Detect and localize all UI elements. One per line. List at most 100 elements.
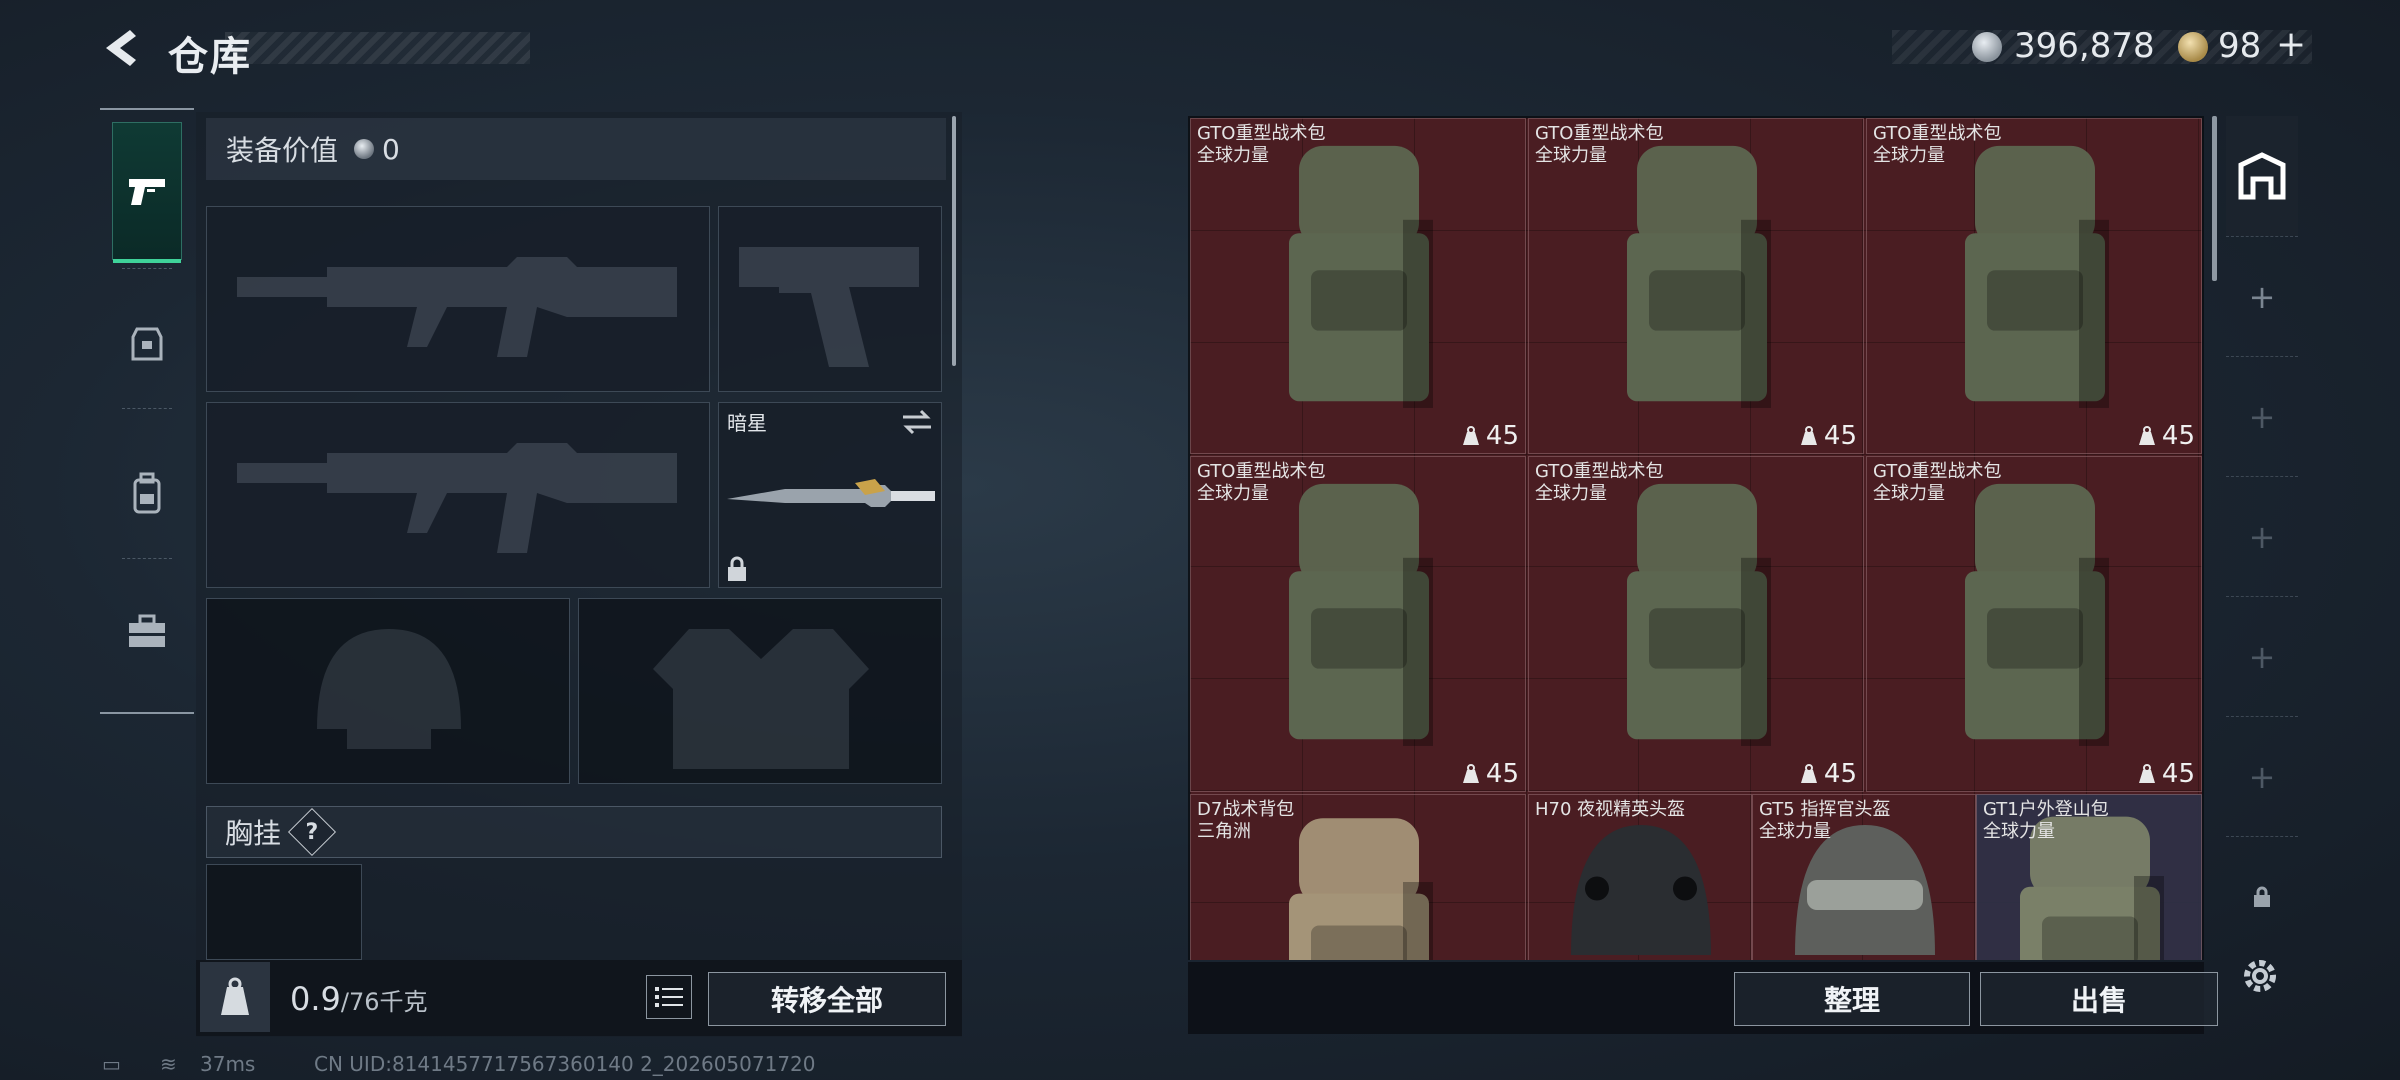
transfer-all-button[interactable]: 转移全部 [708, 972, 946, 1026]
weight-icon [1800, 764, 1817, 783]
storage-item[interactable]: GT1户外登山包 全球力量 [1976, 794, 2202, 960]
equipment-scrollbar[interactable] [952, 116, 956, 366]
storage-item[interactable]: GTO重型战术包 全球力量 45 [1528, 456, 1864, 792]
item-name: GTO重型战术包 全球力量 [1535, 461, 1663, 505]
battery-icon: ▭ [102, 1052, 121, 1076]
uid: CN UID:8141457717567360140 2_20260507172… [314, 1052, 816, 1076]
weight-icon [1462, 426, 1479, 445]
title-decoration [225, 32, 530, 64]
add-storage-tab[interactable]: + [2226, 356, 2298, 476]
nav-weapons[interactable] [112, 122, 182, 263]
item-title: GTO重型战术包 [1873, 123, 2002, 144]
storage-scrollbar[interactable] [2212, 116, 2217, 281]
rifle-silhouette-icon [237, 443, 677, 553]
armor-icon [131, 327, 163, 361]
sell-button[interactable]: 出售 [1980, 972, 2218, 1026]
item-faction: 全球力量 [1535, 483, 1607, 504]
silver-coin-icon [1972, 32, 2002, 62]
sort-button[interactable]: 整理 [1734, 972, 1970, 1026]
item-count-value: 45 [1823, 421, 1857, 451]
backpack-icon [133, 472, 161, 514]
nav-armor[interactable] [112, 278, 182, 408]
locked-tab[interactable] [2226, 836, 2298, 956]
item-title: GT5 指挥官头盔 [1759, 799, 1891, 820]
item-title: GTO重型战术包 [1197, 123, 1326, 144]
primary-weapon-slot[interactable] [206, 206, 710, 392]
add-storage-tab[interactable]: + [2226, 716, 2298, 836]
storage-tabs: + + + + + [2226, 116, 2298, 996]
storage-item[interactable]: H70 夜视精英头盔 [1528, 794, 1752, 960]
help-icon[interactable]: ? [287, 807, 337, 857]
melee-slot[interactable]: 暗星 [718, 402, 942, 588]
item-image [1627, 483, 1771, 746]
item-faction: 全球力量 [1535, 145, 1607, 166]
chest-rig-slot[interactable] [206, 864, 362, 960]
storage-item[interactable]: GTO重型战术包 全球力量 45 [1190, 456, 1526, 792]
ping: 37ms [200, 1052, 256, 1076]
weight-max: /76千克 [340, 988, 428, 1016]
item-name: GTO重型战术包 全球力量 [1873, 461, 2001, 505]
item-image [1289, 145, 1433, 408]
pistol-silhouette-icon [739, 247, 919, 367]
silver-coin-icon [354, 139, 375, 159]
add-storage-tab[interactable]: + [2226, 236, 2298, 356]
storage-item[interactable]: GTO重型战术包 全球力量 45 [1528, 118, 1864, 454]
item-faction: 全球力量 [1197, 483, 1269, 504]
item-title: GTO重型战术包 [1197, 461, 1326, 482]
storage-item[interactable]: GTO重型战术包 全球力量 45 [1190, 118, 1526, 454]
weight-icon [200, 962, 270, 1032]
weight-current: 0.9 [290, 980, 341, 1018]
weight-icon [1462, 764, 1479, 783]
knife-icon [727, 479, 935, 507]
chest-rig-label: 胸挂 [225, 817, 282, 850]
item-faction: 全球力量 [1873, 145, 1945, 166]
helmet-slot[interactable] [206, 598, 570, 784]
gold-amount: 98 [2218, 26, 2262, 66]
storage-item[interactable]: GTO重型战术包 全球力量 45 [1866, 456, 2202, 792]
storage-tab-main[interactable] [2226, 116, 2298, 236]
item-title: GTO重型战术包 [1873, 461, 2002, 482]
armor-slot[interactable] [578, 598, 942, 784]
storage-item[interactable]: GT5 指挥官头盔 全球力量 [1752, 794, 1976, 960]
storage-grid: GTO重型战术包 全球力量 45 GTO重型战术包 全球力量 45 GTO重型战术包… [1190, 118, 2202, 960]
item-count-value: 45 [2161, 759, 2195, 789]
gold-coin-icon [2178, 32, 2208, 62]
vest-silhouette-icon [653, 629, 869, 769]
add-storage-tab[interactable]: + [2226, 476, 2298, 596]
item-count: 45 [1462, 759, 1519, 789]
equipment-value-label: 装备价值 [226, 134, 339, 167]
weight-icon [2138, 426, 2155, 445]
lock-icon [2254, 886, 2270, 907]
chest-rig-header: 胸挂 ? [206, 806, 942, 858]
add-storage-tab[interactable]: + [2226, 596, 2298, 716]
settings-gear-icon[interactable] [2238, 954, 2282, 998]
item-count-value: 45 [1823, 759, 1857, 789]
add-currency-button[interactable]: + [2276, 24, 2306, 65]
secondary-primary-slot[interactable] [206, 402, 710, 588]
item-count: 45 [1800, 421, 1857, 451]
back-icon[interactable] [100, 26, 144, 70]
item-name: GT1户外登山包 全球力量 [1983, 799, 2109, 843]
item-name: GT5 指挥官头盔 全球力量 [1759, 799, 1890, 843]
item-count-value: 45 [1485, 759, 1519, 789]
list-view-button[interactable] [646, 975, 692, 1019]
item-name: D7战术背包 三角洲 [1197, 799, 1294, 843]
silver-amount: 396,878 [2014, 26, 2155, 66]
item-title: GTO重型战术包 [1535, 123, 1664, 144]
item-count-value: 45 [1485, 421, 1519, 451]
storage-item[interactable]: GTO重型战术包 全球力量 45 [1866, 118, 2202, 454]
nav-supplies[interactable] [112, 566, 182, 696]
helmet-silhouette-icon [317, 629, 461, 749]
weight-icon [2138, 764, 2155, 783]
item-faction: 全球力量 [1197, 145, 1269, 166]
nav-backpack[interactable] [112, 428, 182, 558]
secondary-weapon-slot[interactable] [718, 206, 942, 392]
item-name: H70 夜视精英头盔 [1535, 799, 1685, 821]
item-count-value: 45 [2161, 421, 2195, 451]
swap-icon[interactable] [901, 409, 933, 435]
item-title: GTO重型战术包 [1535, 461, 1664, 482]
storage-item[interactable]: D7战术背包 三角洲 [1190, 794, 1526, 960]
weight-icon [1800, 426, 1817, 445]
toolbox-icon [129, 614, 165, 647]
warehouse-icon [2238, 152, 2286, 200]
